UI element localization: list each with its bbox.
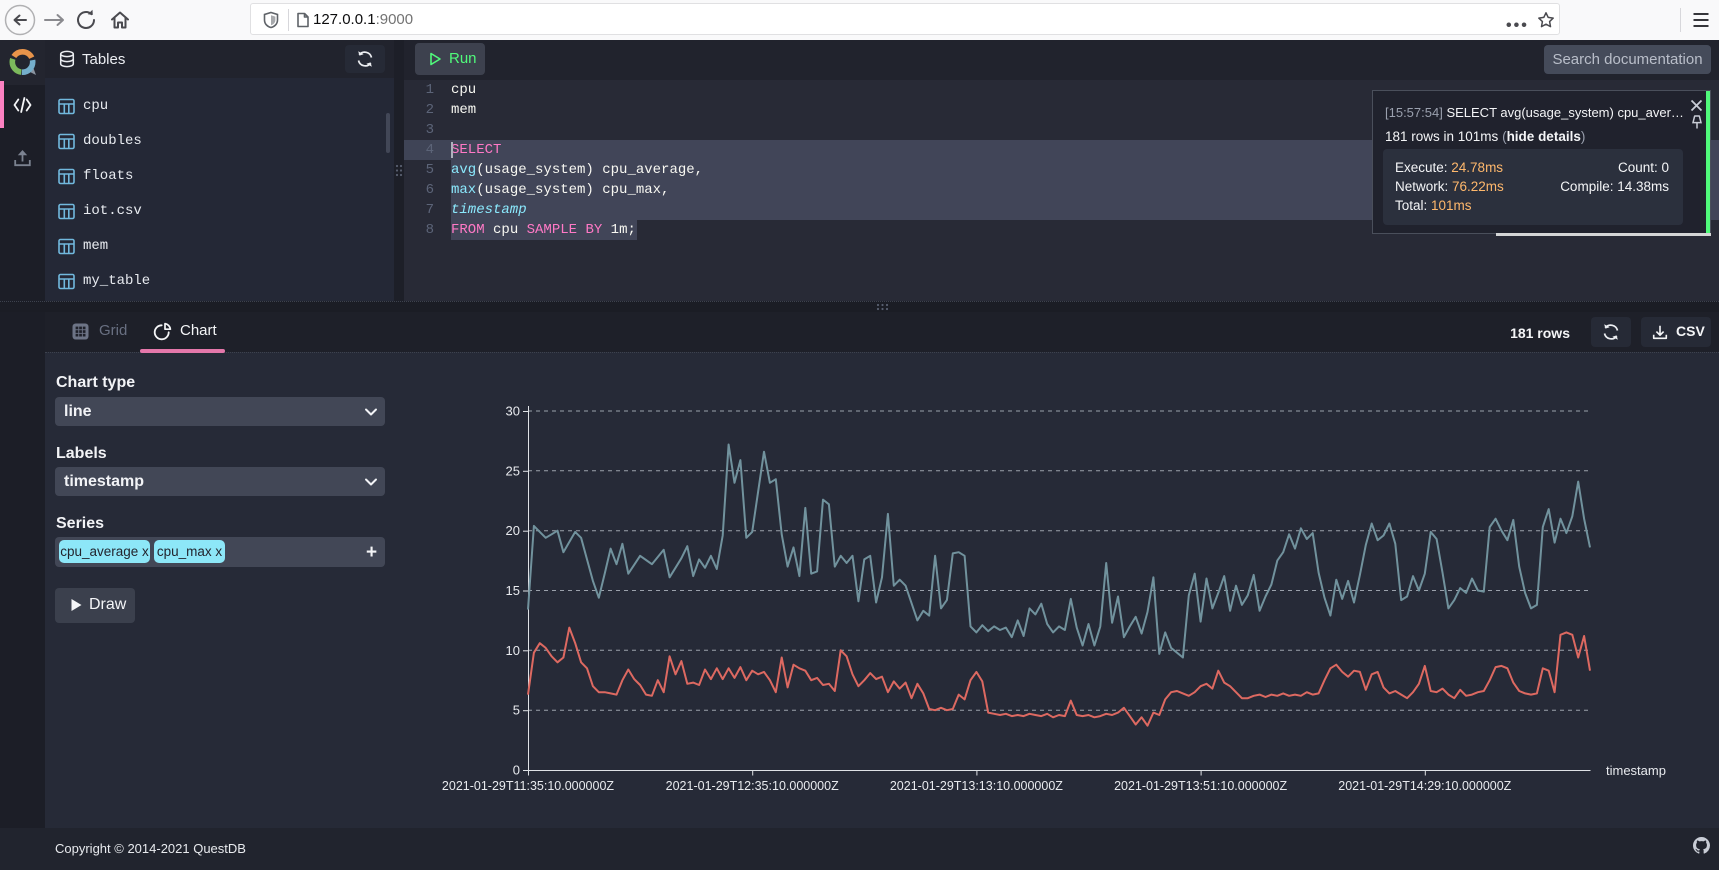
svg-text:25: 25 <box>506 463 520 478</box>
svg-text:2021-01-29T11:35:10.000000Z: 2021-01-29T11:35:10.000000Z <box>442 779 614 793</box>
svg-text:2021-01-29T12:35:10.000000Z: 2021-01-29T12:35:10.000000Z <box>666 779 839 793</box>
svg-text:2021-01-29T13:13:10.000000Z: 2021-01-29T13:13:10.000000Z <box>890 779 1063 793</box>
svg-text:0: 0 <box>513 763 520 778</box>
svg-text:10: 10 <box>506 643 520 658</box>
svg-text:2021-01-29T13:51:10.000000Z: 2021-01-29T13:51:10.000000Z <box>1114 779 1287 793</box>
svg-text:20: 20 <box>506 523 520 538</box>
svg-text:15: 15 <box>506 583 520 598</box>
svg-text:2021-01-29T14:29:10.000000Z: 2021-01-29T14:29:10.000000Z <box>1338 779 1511 793</box>
svg-text:30: 30 <box>506 404 520 419</box>
svg-text:timestamp: timestamp <box>1606 763 1666 778</box>
svg-text:5: 5 <box>513 703 520 718</box>
